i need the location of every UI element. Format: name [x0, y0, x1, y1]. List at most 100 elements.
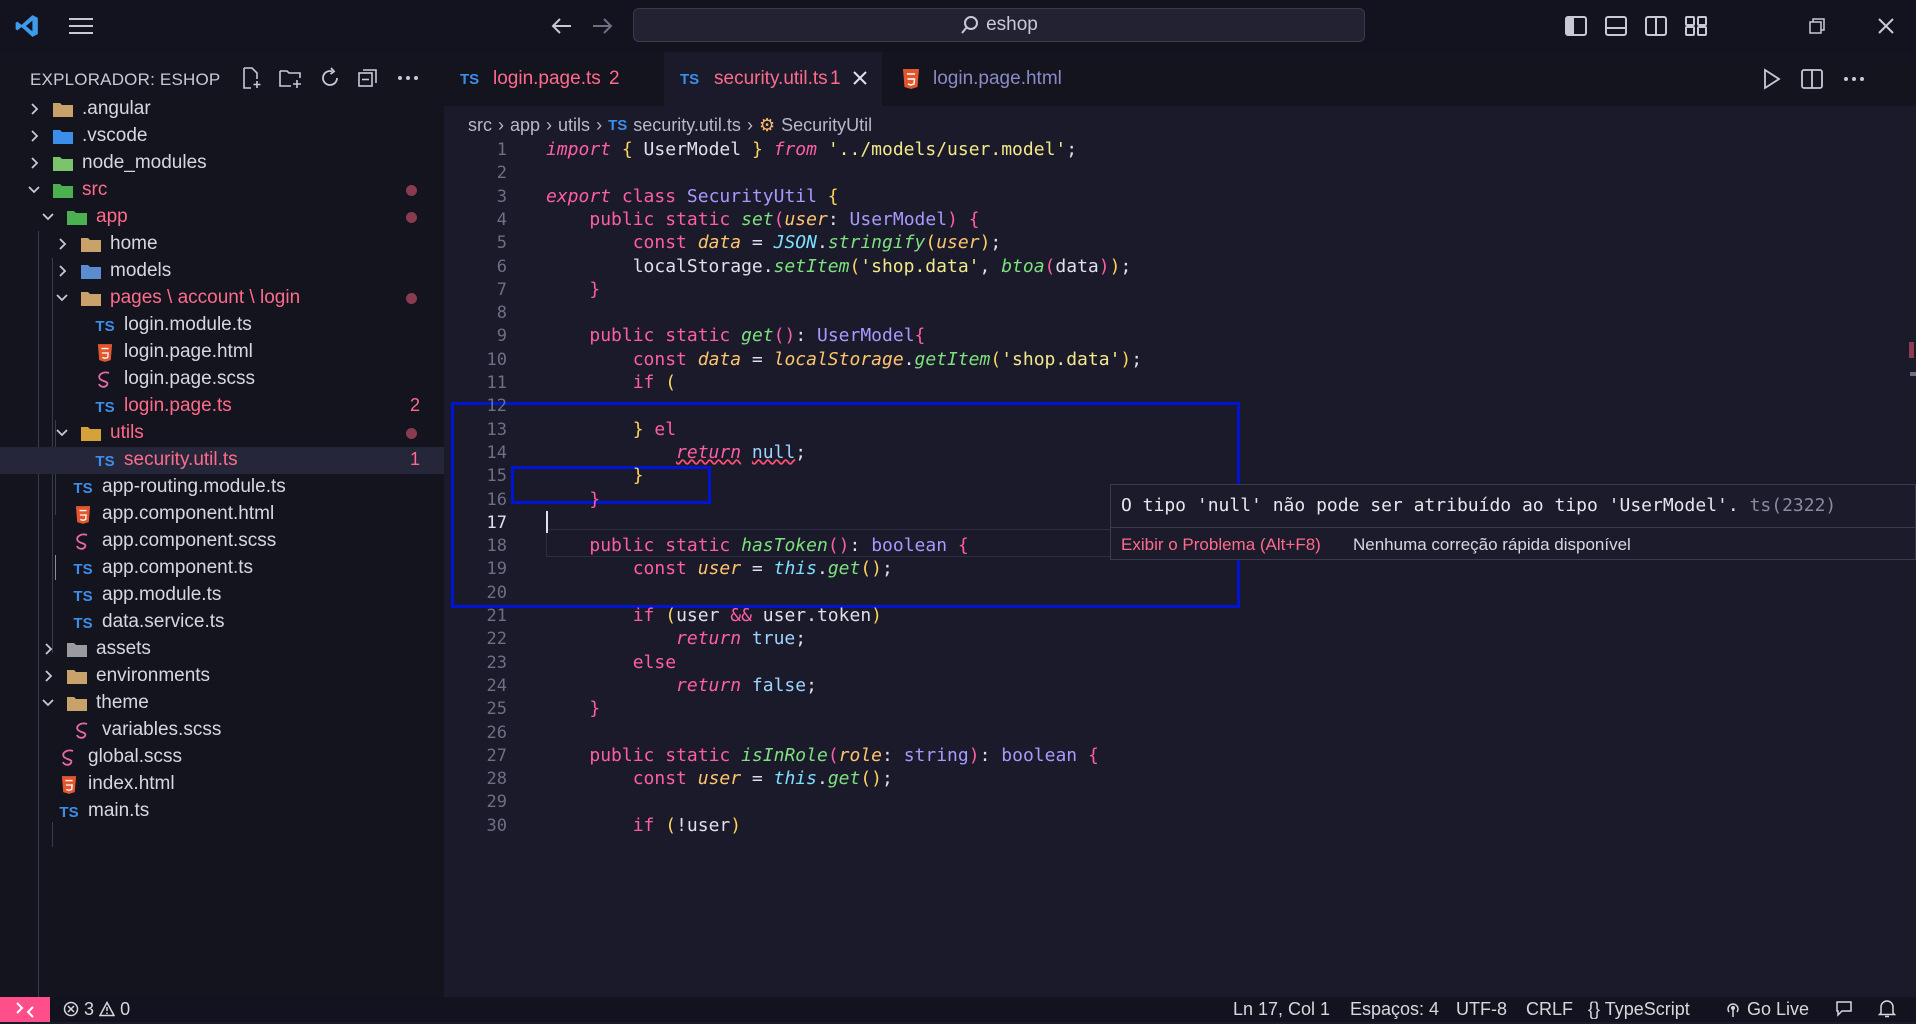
ts-file-icon: TS: [73, 560, 93, 578]
customize-layout-icon[interactable]: [1683, 13, 1709, 39]
folder-theme-icon: [66, 693, 88, 715]
tree-item[interactable]: app.component.scss: [0, 528, 444, 555]
scss-file-icon: [58, 747, 80, 769]
encoding[interactable]: UTF-8: [1456, 999, 1507, 1020]
breadcrumb-item[interactable]: security.util.ts: [633, 115, 741, 136]
hover-actions: Exibir o Problema (Alt+F8) Nenhuma corre…: [1111, 527, 1915, 561]
tree-item[interactable]: app: [0, 204, 444, 231]
tree-item-label: app-routing.module.ts: [102, 476, 286, 497]
remote-indicator[interactable]: [0, 997, 50, 1022]
tree-item[interactable]: assets: [0, 636, 444, 663]
split-editor-icon[interactable]: [1801, 68, 1823, 95]
breadcrumb-item[interactable]: src: [468, 115, 492, 136]
warning-icon: [98, 1000, 116, 1017]
ts-file-icon: TS: [680, 70, 700, 88]
tree-item[interactable]: TS login.module.ts: [0, 312, 444, 339]
tab-label: security.util.ts: [714, 68, 828, 89]
tab-label: login.page.html: [933, 68, 1062, 89]
view-problem-link[interactable]: Exibir o Problema (Alt+F8): [1121, 535, 1321, 555]
tree-item[interactable]: login.page.scss: [0, 366, 444, 393]
tree-item[interactable]: home: [0, 231, 444, 258]
scrollbar-thumb[interactable]: [1910, 372, 1916, 376]
back-arrow-icon[interactable]: [549, 13, 575, 39]
tree-item-label: src: [82, 179, 108, 200]
tree-item[interactable]: TS app.component.ts: [0, 555, 444, 582]
tree-item[interactable]: utils: [0, 420, 444, 447]
tree-item[interactable]: global.scss: [0, 744, 444, 771]
cursor-position[interactable]: Ln 17, Col 1: [1233, 999, 1330, 1020]
tree-item[interactable]: TS login.page.ts 2: [0, 393, 444, 420]
tree-item-label: .angular: [82, 98, 151, 119]
toggle-panel-icon[interactable]: [1603, 13, 1629, 39]
editor-tabs: TS login.page.ts 2 TS security.util.ts 1…: [444, 52, 1916, 106]
folder-icon: [66, 666, 88, 688]
tree-item-label: login.page.ts: [124, 395, 232, 416]
vscode-logo-icon[interactable]: [14, 13, 40, 39]
code-line[interactable]: 30 if (!user): [444, 812, 1916, 840]
broadcast-icon: [1727, 1003, 1739, 1017]
more-actions-icon[interactable]: [1842, 68, 1866, 95]
tree-item-label: app.component.scss: [102, 530, 277, 551]
more-actions-icon[interactable]: [396, 66, 422, 92]
tree-item-label: home: [110, 233, 158, 254]
tree-item-label: global.scss: [88, 746, 182, 767]
notifications-bell-icon[interactable]: [1877, 999, 1897, 1024]
run-icon[interactable]: [1762, 68, 1782, 95]
close-window-icon[interactable]: [1873, 13, 1899, 39]
tab-login-page-html[interactable]: login.page.html: [884, 52, 1124, 106]
ts-file-icon: TS: [460, 70, 480, 88]
breadcrumb-item[interactable]: app: [510, 115, 540, 136]
new-folder-icon[interactable]: [278, 66, 304, 92]
toggle-primary-sidebar-icon[interactable]: [1563, 13, 1589, 39]
tree-item[interactable]: TS main.ts: [0, 798, 444, 825]
tab-security-util-ts[interactable]: TS security.util.ts 1: [664, 52, 882, 106]
chevron-right-icon: ›: [746, 114, 753, 135]
restore-window-icon[interactable]: [1804, 13, 1830, 39]
breadcrumb-item[interactable]: SecurityUtil: [781, 115, 872, 136]
folder-node-icon: [52, 153, 74, 175]
forward-arrow-icon[interactable]: [589, 13, 615, 39]
tree-item-label: pages \ account \ login: [110, 287, 301, 308]
language-mode[interactable]: {} TypeScript: [1588, 999, 1690, 1020]
editor-area: TS login.page.ts 2 TS security.util.ts 1…: [444, 52, 1916, 997]
go-live-button[interactable]: Go Live: [1724, 999, 1809, 1020]
tree-item[interactable]: pages \ account \ login: [0, 285, 444, 312]
tree-item[interactable]: models: [0, 258, 444, 285]
tree-item[interactable]: node_modules: [0, 150, 444, 177]
tree-item[interactable]: app.component.html: [0, 501, 444, 528]
command-center-search[interactable]: eshop: [633, 8, 1365, 42]
tree-item[interactable]: TS app.module.ts: [0, 582, 444, 609]
end-of-line[interactable]: CRLF: [1526, 999, 1573, 1020]
tree-item[interactable]: environments: [0, 663, 444, 690]
toggle-secondary-sidebar-icon[interactable]: [1643, 13, 1669, 39]
feedback-icon[interactable]: [1834, 999, 1854, 1024]
tab-login-page-ts[interactable]: TS login.page.ts 2: [444, 52, 658, 106]
error-icon: [63, 1001, 79, 1017]
chevron-down-icon: [54, 290, 72, 308]
tree-item[interactable]: index.html: [0, 771, 444, 798]
tree-item[interactable]: .angular: [0, 96, 444, 123]
tree-item[interactable]: TS app-routing.module.ts: [0, 474, 444, 501]
tree-item[interactable]: .vscode: [0, 123, 444, 150]
vertical-scrollbar[interactable]: [1900, 138, 1916, 997]
tree-item[interactable]: theme: [0, 690, 444, 717]
tree-item[interactable]: TS data.service.ts: [0, 609, 444, 636]
tree-item[interactable]: src: [0, 177, 444, 204]
scss-file-icon: [72, 720, 94, 742]
modified-dot-icon: [406, 212, 417, 223]
refresh-icon[interactable]: [318, 66, 344, 92]
chevron-right-icon: ›: [596, 114, 603, 135]
close-tab-icon[interactable]: [852, 70, 868, 92]
tree-item[interactable]: TS security.util.ts 1: [0, 447, 444, 474]
menu-icon[interactable]: [68, 13, 94, 39]
collapse-all-icon[interactable]: [356, 66, 382, 92]
modified-dot-icon: [406, 293, 417, 304]
breadcrumb-item[interactable]: utils: [558, 115, 590, 136]
indentation[interactable]: Espaços: 4: [1350, 999, 1439, 1020]
search-text: eshop: [986, 14, 1038, 35]
new-file-icon[interactable]: [239, 66, 265, 92]
warning-count: 0: [120, 999, 131, 1019]
problems-indicator[interactable]: 3 0: [63, 999, 130, 1020]
tree-item[interactable]: login.page.html: [0, 339, 444, 366]
tree-item[interactable]: variables.scss: [0, 717, 444, 744]
